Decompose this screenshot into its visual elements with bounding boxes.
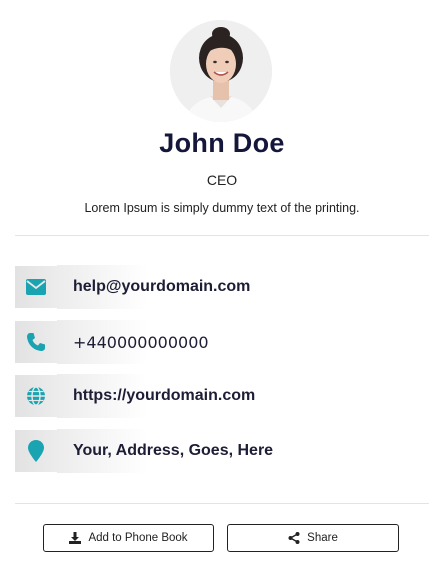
contact-address[interactable]: Your, Address, Goes, Here <box>15 429 429 473</box>
address-icon-box <box>15 430 57 472</box>
email-icon-box <box>15 266 57 308</box>
phone-text[interactable]: +440000000000 <box>73 333 209 352</box>
avatar-image <box>170 20 272 122</box>
envelope-icon <box>26 279 46 295</box>
profile-bio: Lorem Ipsum is simply dummy text of the … <box>84 201 360 215</box>
avatar <box>170 20 272 122</box>
contact-phone[interactable]: +440000000000 <box>15 320 429 364</box>
email-text[interactable]: help@yourdomain.com <box>73 278 250 296</box>
phone-icon <box>27 333 45 351</box>
add-to-phone-book-button[interactable]: Add to Phone Book <box>43 524 214 552</box>
share-button[interactable]: Share <box>227 524 399 552</box>
website-icon-box <box>15 375 57 417</box>
website-text[interactable]: https://yourdomain.com <box>73 387 255 405</box>
address-text[interactable]: Your, Address, Goes, Here <box>73 442 273 460</box>
divider <box>15 235 429 236</box>
globe-icon <box>27 386 45 406</box>
contact-website[interactable]: https://yourdomain.com <box>15 374 429 418</box>
phone-icon-box <box>15 321 57 363</box>
profile-role: CEO <box>206 172 238 188</box>
divider <box>15 503 429 504</box>
share-button-label: Share <box>307 532 338 544</box>
add-button-label: Add to Phone Book <box>88 532 188 544</box>
contact-email[interactable]: help@yourdomain.com <box>15 265 429 309</box>
map-pin-icon <box>28 440 44 462</box>
share-icon <box>288 532 300 544</box>
profile-name: John Doe <box>159 128 285 158</box>
profile-card: John Doe CEO Lorem Ipsum is simply dummy… <box>0 0 444 576</box>
download-icon <box>69 532 82 544</box>
